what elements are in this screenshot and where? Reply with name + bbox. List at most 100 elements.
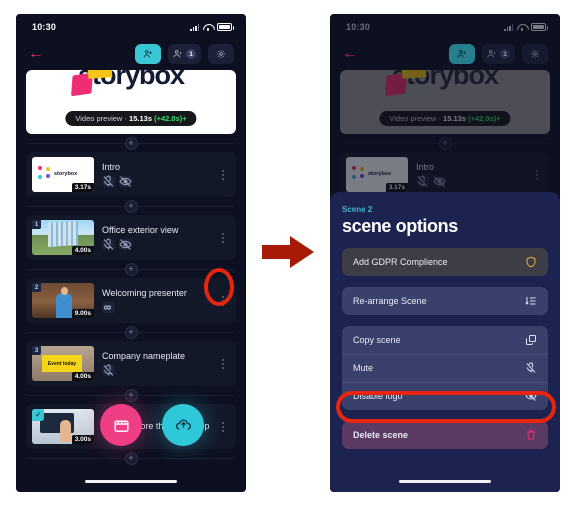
option-group-delete: Delete scene — [342, 421, 548, 449]
sheet-eyebrow: Scene 2 — [342, 205, 373, 214]
status-icons — [504, 23, 548, 31]
option-delete-scene[interactable]: Delete scene — [342, 421, 548, 449]
phone-screenshot-before: 10:30 ← 1 storybox Video preview · 15.13… — [16, 14, 246, 492]
collaborators-button[interactable]: 1 — [482, 44, 515, 64]
status-bar: 10:30 — [16, 14, 246, 40]
video-preview-card[interactable]: storybox Video preview · 15.13s (+42.0s)… — [26, 70, 236, 134]
copy-icon — [525, 334, 537, 346]
mic-off-icon — [525, 362, 537, 374]
preview-label: Video preview — [389, 114, 437, 123]
add-scene-divider[interactable]: + — [26, 386, 236, 404]
scene-list-item: storybox 3.17s Intro — [340, 152, 550, 197]
scene-menu-icon — [532, 169, 544, 180]
scene-info: Company nameplate — [102, 351, 210, 376]
video-preview-pill: Video preview · 15.13s (+42.0s)+ — [65, 111, 197, 126]
scene-title: Intro — [102, 162, 121, 172]
scene-badges — [102, 364, 210, 376]
clapperboard-icon — [113, 420, 129, 432]
option-group-gdpr: Add GDPR Complience — [342, 248, 548, 276]
add-scene-button[interactable]: + — [124, 451, 138, 465]
scene-menu-icon[interactable] — [218, 358, 230, 369]
settings-button[interactable] — [522, 44, 548, 64]
scene-menu-icon[interactable] — [218, 421, 230, 432]
mic-off-icon — [102, 238, 115, 250]
scene-badges — [416, 175, 524, 187]
upload-button[interactable] — [162, 404, 204, 446]
shield-icon — [525, 256, 537, 268]
scene-title: Welcoming presenter — [102, 288, 187, 298]
scene-list-item[interactable]: 3 Event today 4.00s Company nameplate — [26, 341, 236, 386]
add-scene-button[interactable]: + — [124, 199, 138, 213]
back-arrow-icon[interactable]: ← — [342, 46, 358, 62]
infinity-icon — [102, 302, 115, 313]
scene-list-item-welcoming-presenter[interactable]: 2 9.00s Welcoming presenter — [26, 278, 236, 323]
add-scene-divider[interactable]: + — [26, 134, 236, 152]
battery-icon — [217, 23, 234, 31]
option-copy-scene[interactable]: Copy scene — [342, 326, 548, 354]
collaborators-button[interactable]: 1 — [168, 44, 201, 64]
mic-off-icon — [102, 175, 115, 187]
option-mute[interactable]: Mute — [342, 354, 548, 382]
preview-separator: · — [438, 114, 441, 123]
app-bar-actions: 1 — [449, 44, 548, 64]
record-scene-button[interactable] — [100, 404, 142, 446]
scene-thumbnail: storybox 3.17s — [346, 157, 408, 192]
option-rearrange-scene[interactable]: Re-arrange Scene — [342, 287, 548, 315]
storybox-logo-icon — [38, 166, 52, 180]
upload-cloud-icon — [175, 419, 191, 430]
scene-list-item[interactable]: 1 4.00s Office exterior view — [26, 215, 236, 260]
nameplate-overlay-text: Event today — [42, 355, 82, 372]
add-scene-divider: + — [340, 134, 550, 152]
scene-menu-icon[interactable] — [218, 169, 230, 180]
scene-duration: 4.00s — [71, 246, 94, 255]
trash-icon — [525, 429, 537, 441]
scene-menu-icon[interactable] — [218, 232, 230, 243]
scene-info: Welcoming presenter — [102, 288, 210, 313]
add-person-icon — [457, 50, 466, 58]
add-scene-divider[interactable]: + — [26, 197, 236, 215]
flow-arrow-right — [262, 236, 314, 268]
scene-duration: 4.00s — [71, 372, 94, 381]
add-person-button[interactable] — [449, 44, 475, 64]
wifi-icon — [517, 23, 527, 31]
scene-info: Office exterior view — [102, 225, 210, 250]
option-label: Mute — [353, 363, 374, 373]
add-scene-button: + — [438, 136, 452, 150]
comparison-canvas: 10:30 ← 1 storybox Video preview · 15.13… — [0, 0, 573, 507]
preview-duration: 15.13s — [443, 114, 466, 123]
collaborators-count: 1 — [500, 49, 510, 59]
add-person-button[interactable] — [135, 44, 161, 64]
scene-options-sheet: Scene 2 scene options Add GDPR Complienc… — [330, 192, 560, 492]
scene-title: Intro — [416, 162, 435, 172]
add-scene-button[interactable]: + — [124, 388, 138, 402]
add-scene-button[interactable]: + — [124, 325, 138, 339]
status-bar: 10:30 — [330, 14, 560, 40]
mic-off-icon — [416, 175, 429, 187]
scene-title: Office exterior view — [102, 225, 179, 235]
storybox-logo-icon — [352, 166, 366, 180]
option-label: Add GDPR Complience — [353, 257, 448, 267]
scene-list-item[interactable]: storybox 3.17s Intro — [26, 152, 236, 197]
status-icons — [190, 23, 234, 31]
sheet-title: scene options — [342, 216, 458, 236]
option-add-gdpr-compliance[interactable]: Add GDPR Complience — [342, 248, 548, 276]
settings-button[interactable] — [208, 44, 234, 64]
home-indicator — [85, 479, 177, 483]
back-arrow-icon[interactable]: ← — [28, 46, 44, 62]
status-time: 10:30 — [32, 22, 57, 32]
collaborators-count: 1 — [186, 49, 196, 59]
add-scene-divider[interactable]: + — [26, 449, 236, 467]
option-disable-logo[interactable]: Disable logo — [342, 382, 548, 410]
scene-selected-check-icon: ✓ — [32, 409, 44, 421]
scene-index: 2 — [32, 283, 41, 292]
add-scene-divider[interactable]: + — [26, 260, 236, 278]
add-scene-button[interactable]: + — [124, 262, 138, 276]
phone-screenshot-after: 10:30 ← 1 storybox Video preview · 15.13… — [330, 14, 560, 492]
scene-duration: 3.17s — [385, 183, 408, 192]
scene-badges — [102, 175, 210, 187]
gear-icon — [531, 50, 539, 58]
add-scene-button[interactable]: + — [124, 136, 138, 150]
cellular-signal-icon — [504, 24, 513, 31]
scene-menu-icon[interactable] — [218, 295, 230, 306]
add-scene-divider[interactable]: + — [26, 323, 236, 341]
